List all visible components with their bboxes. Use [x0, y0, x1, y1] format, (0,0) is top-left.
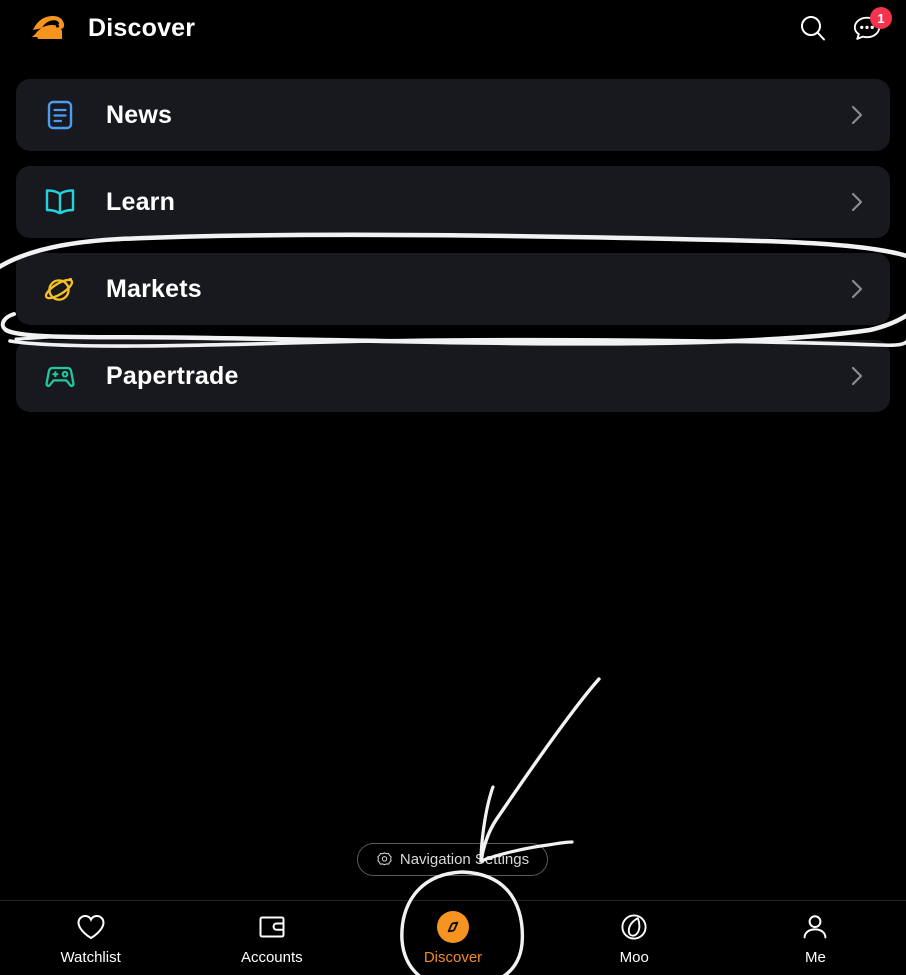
tab-label: Accounts [240, 949, 303, 966]
chevron-right-icon [850, 364, 864, 388]
navigation-settings-label: Navigation Settings [399, 851, 530, 868]
game-controller-icon [40, 356, 80, 396]
tab-moo[interactable]: Moo [544, 901, 725, 975]
menu-item-label: Learn [106, 187, 176, 216]
menu-item-papertrade[interactable]: Papertrade [16, 340, 890, 412]
moomoo-bull-logo-icon [30, 13, 66, 43]
page-title: Discover [88, 13, 196, 42]
tab-me[interactable]: Me [725, 901, 906, 975]
menu-item-news[interactable]: News [16, 79, 890, 151]
wallet-icon [256, 911, 288, 943]
menu-item-label: News [106, 100, 173, 129]
menu-item-label: Papertrade [106, 361, 239, 390]
planet-ring-icon [40, 269, 80, 309]
moo-leaf-icon [618, 911, 650, 943]
tab-label: Discover [423, 949, 483, 966]
discover-menu-list: News Learn Markets Papertrade [16, 79, 890, 427]
gear-settings-icon [376, 851, 393, 868]
tab-accounts[interactable]: Accounts [181, 901, 362, 975]
chevron-right-icon [850, 277, 864, 301]
person-icon [799, 911, 831, 943]
search-icon[interactable] [796, 11, 830, 45]
chevron-right-icon [850, 190, 864, 214]
open-book-icon [40, 182, 80, 222]
compass-icon [437, 911, 469, 943]
tab-label: Watchlist [60, 949, 121, 966]
menu-item-markets[interactable]: Markets [16, 253, 890, 325]
tab-watchlist[interactable]: Watchlist [0, 901, 181, 975]
app-screen: Discover 1 News Learn Markets Papertrade… [0, 0, 906, 975]
app-header: Discover 1 [0, 0, 906, 56]
tab-label: Moo [619, 949, 649, 966]
active-tab-indicator [437, 911, 469, 943]
menu-item-learn[interactable]: Learn [16, 166, 890, 238]
tab-label: Me [804, 949, 826, 966]
chat-bubble-ellipsis-icon[interactable]: 1 [850, 7, 892, 45]
menu-item-label: Markets [106, 274, 202, 303]
news-article-icon [40, 95, 80, 135]
navigation-settings-button[interactable]: Navigation Settings [357, 843, 548, 876]
bottom-tab-bar: Watchlist Accounts Discover Moo Me [0, 900, 906, 975]
discover-arrow-annotation [479, 677, 601, 863]
notification-badge: 1 [870, 7, 892, 29]
tab-discover[interactable]: Discover [362, 901, 543, 975]
chevron-right-icon [850, 103, 864, 127]
heart-icon [75, 911, 107, 943]
